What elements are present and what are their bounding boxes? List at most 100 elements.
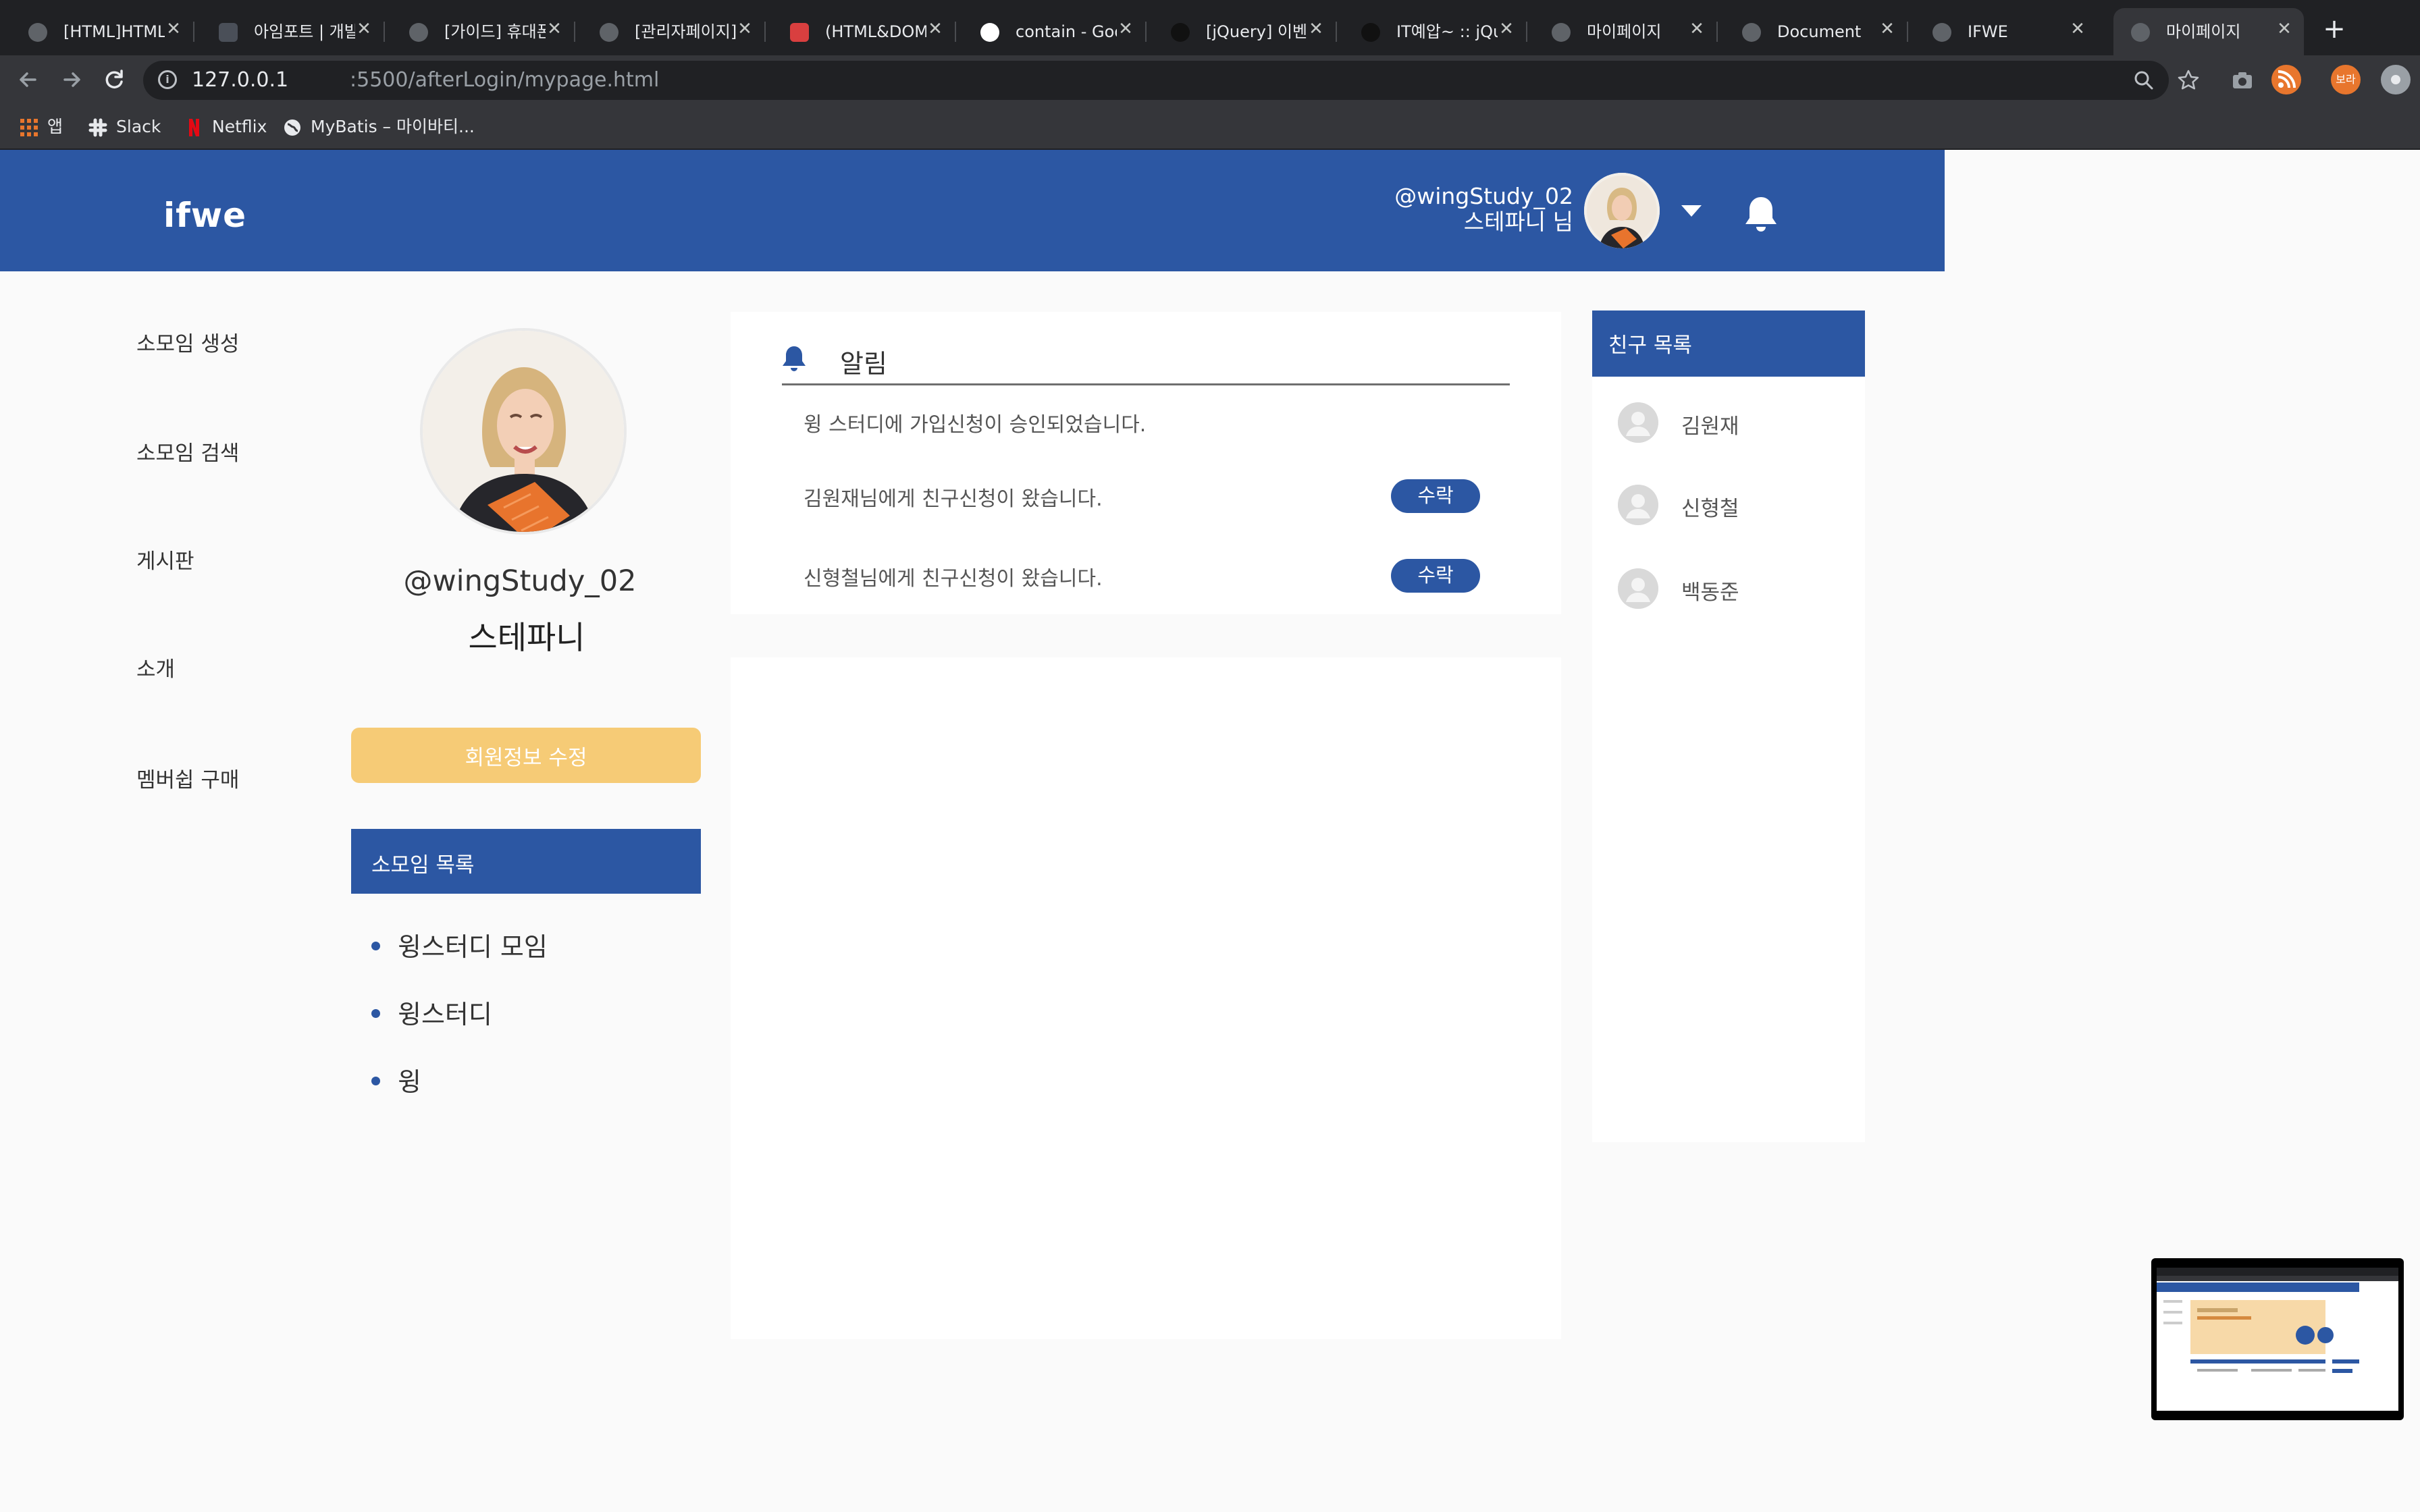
tab-close-icon[interactable]: ✕ (1306, 19, 1326, 39)
tab-close-icon[interactable]: ✕ (2068, 19, 2088, 39)
reload-button[interactable] (97, 62, 132, 97)
group-list-item[interactable]: 윙스터디 (371, 994, 492, 1031)
header-avatar[interactable] (1584, 173, 1660, 248)
globe-icon (1742, 23, 1761, 42)
site-info-icon[interactable]: i (158, 70, 177, 89)
friend-list-header: 친구 목록 (1592, 310, 1865, 377)
tab-close-icon[interactable]: ✕ (1687, 19, 1707, 39)
bookmark-slack[interactable]: Slack (88, 115, 161, 139)
nav-about[interactable]: 소개 (136, 656, 175, 683)
bookmark-netflix[interactable]: Netflix (184, 115, 267, 139)
browser-tab[interactable]: 마이페이지 ✕ (1534, 8, 1716, 55)
tab-title: 마이페이지 (2166, 22, 2241, 41)
user-placeholder-icon (1618, 485, 1658, 525)
browser-tab[interactable]: [HTML]HTML에 ✕ (11, 8, 193, 55)
edit-profile-button[interactable]: 회원정보 수정 (351, 728, 701, 783)
bullet-icon (371, 1009, 380, 1018)
camera-icon[interactable] (2231, 69, 2254, 92)
browser-tab[interactable]: 아임포트 | 개발자 ✕ (201, 8, 384, 55)
tab-favicon-icon (219, 23, 238, 42)
tab-title: [jQuery] 이벤트 (1206, 22, 1307, 41)
forward-button[interactable] (54, 62, 89, 97)
chevron-down-icon[interactable] (1681, 205, 1702, 217)
browser-tab[interactable]: IFWE ✕ (1915, 8, 2097, 55)
browser-tab[interactable]: contain - Goog ✕ (963, 8, 1145, 55)
site-logo[interactable]: ifwe (163, 196, 246, 235)
notification-message: 신형철님에게 친구신청이 왔습니다. (804, 567, 1103, 591)
header-user-handle: @wingStudy_02 (1394, 183, 1573, 209)
extension-menu-icon[interactable] (2381, 65, 2411, 94)
globe-icon (1932, 23, 1951, 42)
tab-title: [가이드] 휴대폰 (444, 22, 546, 41)
profile-name: 스테파니 (468, 620, 585, 657)
nav-search-group[interactable]: 소모임 검색 (136, 440, 239, 467)
bookmark-label: Slack (116, 117, 161, 136)
browser-tab[interactable]: IT예압~ :: jQue ✕ (1344, 8, 1526, 55)
nav-membership[interactable]: 멤버쉽 구매 (136, 767, 239, 794)
bookmark-mybatis[interactable]: MyBatis – 마이바티... (282, 115, 475, 139)
rss-extension-icon[interactable] (2271, 65, 2301, 94)
back-button[interactable] (11, 62, 46, 97)
tab-close-icon[interactable]: ✕ (1496, 19, 1517, 39)
profile-avatar-icon[interactable]: 보라 (2331, 65, 2361, 94)
browser-tab-bar: [HTML]HTML에 ✕ 아임포트 | 개발자 ✕ [가이드] 휴대폰 ✕ [… (0, 0, 2420, 55)
nav-board[interactable]: 게시판 (136, 548, 194, 575)
browser-tab[interactable]: [jQuery] 이벤트 ✕ (1153, 8, 1336, 55)
bullet-icon (371, 942, 380, 950)
tab-close-icon[interactable]: ✕ (2274, 19, 2294, 39)
header-user-nickname: 스테파니 님 (1463, 209, 1573, 235)
bell-icon (783, 346, 806, 371)
accept-friend-button[interactable]: 수락 (1391, 479, 1480, 513)
tab-close-icon[interactable]: ✕ (163, 19, 184, 39)
tab-close-icon[interactable]: ✕ (544, 19, 564, 39)
bookmark-star-icon[interactable] (2177, 69, 2200, 92)
tab-separator (193, 22, 194, 42)
user-placeholder-icon (1618, 568, 1658, 609)
tab-separator (1336, 22, 1337, 42)
tab-close-icon[interactable]: ✕ (925, 19, 945, 39)
friend-name: 신형철 (1681, 497, 1739, 521)
nav-create-group[interactable]: 소모임 생성 (136, 331, 239, 358)
address-bar[interactable]: i 127.0.0.1 :5500/afterLogin/mypage.html (143, 61, 2169, 100)
tab-title: 아임포트 | 개발자 (254, 22, 355, 41)
notification-message: 윙 스터디에 가입신청이 승인되었습니다. (804, 413, 1147, 437)
group-name: 윙스터디 모임 (398, 932, 548, 962)
tab-close-icon[interactable]: ✕ (354, 19, 374, 39)
tab-favicon-icon (790, 23, 809, 42)
browser-tab[interactable]: [관리자페이지] 회 ✕ (582, 8, 764, 55)
notification-title: 알림 (840, 349, 887, 379)
reload-icon (105, 70, 123, 88)
notification-panel: 알림 윙 스터디에 가입신청이 승인되었습니다. 김원재님에게 친구신청이 왔습… (731, 312, 1561, 614)
group-name: 윙스터디 (398, 1000, 492, 1029)
tab-title: [관리자페이지] 회 (635, 22, 736, 41)
screenshot-thumbnail[interactable] (2151, 1258, 2404, 1420)
apps-grid-icon (20, 119, 38, 136)
group-list-item[interactable]: 윙 (371, 1061, 421, 1098)
user-photo-icon (1584, 173, 1660, 248)
tab-close-icon[interactable]: ✕ (735, 19, 755, 39)
zoom-search-icon[interactable] (2132, 69, 2155, 92)
tab-close-icon[interactable]: ✕ (1115, 19, 1136, 39)
tab-separator (764, 22, 766, 42)
globe-icon (1552, 23, 1571, 42)
group-list-title: 소모임 목록 (371, 853, 475, 878)
tab-favicon-icon (409, 23, 428, 42)
tab-title: 마이페이지 (1587, 22, 1662, 41)
site-header: ifwe @wingStudy_02 스테파니 님 (0, 150, 1945, 271)
url-host: 127.0.0.1 (192, 68, 289, 92)
new-tab-button[interactable]: + (2317, 12, 2351, 46)
bell-icon[interactable] (1742, 194, 1780, 235)
tab-separator (574, 22, 575, 42)
accept-friend-button[interactable]: 수락 (1391, 559, 1480, 593)
browser-tab[interactable]: [가이드] 휴대폰 ✕ (392, 8, 574, 55)
arrow-left-icon (20, 72, 36, 87)
tab-title: contain - Goog (1016, 22, 1117, 41)
group-list-item[interactable]: 윙스터디 모임 (371, 926, 548, 963)
tab-close-icon[interactable]: ✕ (1877, 19, 1897, 39)
slack-icon (88, 118, 107, 137)
browser-tab[interactable]: Document ✕ (1725, 8, 1907, 55)
browser-tab[interactable]: (HTML&DOM) 요 ✕ (772, 8, 955, 55)
bookmark-apps[interactable]: 앱 (19, 115, 63, 139)
tab-favicon-icon (1171, 23, 1190, 42)
browser-tab-active[interactable]: 마이페이지 ✕ (2113, 8, 2304, 55)
